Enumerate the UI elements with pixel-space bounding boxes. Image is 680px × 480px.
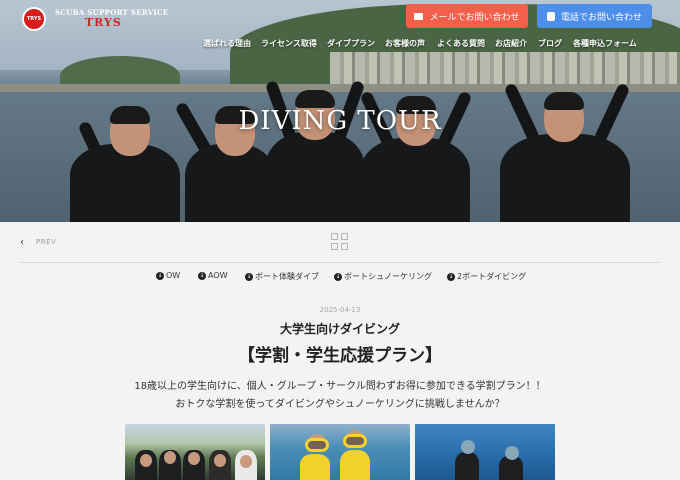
post-title: 【学割・学生応援プラン】 [238, 346, 442, 366]
post-subtitle: 大学生向けダイビング [279, 322, 400, 336]
nav-item-voices[interactable]: お客様の声 [385, 38, 425, 49]
phone-icon [546, 11, 555, 21]
post-body-line: おトクな学割を使ってダイビングやシュノーケリングに挑戦しませんか？ [175, 399, 505, 410]
diver-figure [264, 72, 366, 222]
chevron-left-icon[interactable]: ‹ [20, 237, 24, 248]
arrow-down-circle-icon: ↓ [156, 271, 164, 280]
grid-icon[interactable] [331, 233, 349, 251]
post-date: 2025-04-13 [319, 306, 361, 314]
contact-phone-label: 電話でお問い合わせ [560, 12, 642, 23]
category-link[interactable]: ↓ ボート体験ダイブ [245, 271, 319, 282]
nav-item-license[interactable]: ライセンス取得 [261, 38, 317, 49]
post-body-line: 18歳以上の学生向けに、個人・グループ・サークル問わずお得に参加できる学割プラン… [134, 381, 546, 392]
post-pager: ‹ PREV [20, 230, 660, 263]
nav-item-dive-plan[interactable]: ダイブプラン [327, 38, 375, 49]
gallery-photo[interactable] [415, 424, 555, 480]
contact-phone-button[interactable]: 電話でお問い合わせ [537, 4, 652, 28]
logo-name[interactable]: TRYS [85, 16, 122, 29]
mail-icon [414, 12, 424, 20]
contact-mail-button[interactable]: メールでお問い合わせ [406, 4, 528, 28]
nav-item-blog[interactable]: ブログ [538, 38, 562, 49]
gallery-photo[interactable] [125, 424, 265, 480]
diver-figure [500, 72, 631, 222]
category-link[interactable]: ↓ AOW [198, 271, 228, 280]
nav-item-shop[interactable]: お店紹介 [495, 38, 527, 49]
diver-figure [359, 82, 473, 222]
category-link[interactable]: ↓ OW [156, 271, 180, 280]
post-body: 18歳以上の学生向けに、個人・グループ・サークル問わずお得に参加できる学割プラン… [0, 378, 680, 414]
main-nav: 選ばれる理由 ライセンス取得 ダイブプラン お客様の声 よくある質問 お店紹介 … [0, 38, 680, 50]
nav-item-reasons[interactable]: 選ばれる理由 [203, 38, 251, 49]
prev-link[interactable]: PREV [36, 238, 56, 246]
nav-item-forms[interactable]: 各種申込フォーム [573, 38, 637, 49]
category-link[interactable]: ↓ 2ボートダイビング [447, 271, 526, 282]
contact-mail-label: メールでお問い合わせ [429, 12, 520, 23]
hero-banner: DIVING TOUR TRYS SCUBA SUPPORT SERVICE T… [0, 0, 680, 222]
nav-item-faq[interactable]: よくある質問 [437, 38, 485, 49]
logo-badge[interactable]: TRYS [22, 7, 46, 31]
category-link[interactable]: ↓ ボートシュノーケリング [334, 271, 432, 282]
arrow-down-circle-icon: ↓ [245, 272, 253, 281]
arrow-down-circle-icon: ↓ [334, 272, 342, 281]
hero-title: DIVING TOUR [238, 106, 442, 136]
category-links: ↓ OW ↓ AOW ↓ ボート体験ダイブ ↓ ボートシュノーケリング ↓ 2ボートダイビ… [0, 271, 680, 283]
photo-gallery [125, 424, 555, 480]
gallery-photo[interactable] [270, 424, 410, 480]
arrow-down-circle-icon: ↓ [447, 272, 455, 281]
arrow-down-circle-icon: ↓ [198, 271, 206, 280]
